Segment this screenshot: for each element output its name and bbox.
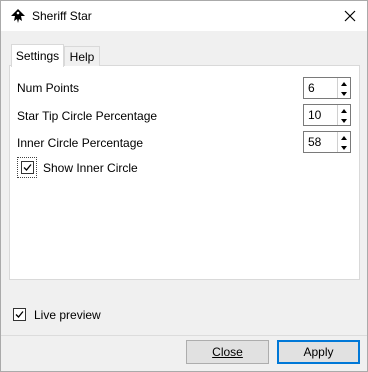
star-tip-circle-percentage-label: Star Tip Circle Percentage: [17, 109, 158, 123]
close-button-label: Close: [212, 345, 243, 359]
spin-arrows: [337, 105, 350, 125]
spin-arrows: [337, 132, 350, 152]
num-points-spinbox[interactable]: 6: [303, 77, 351, 99]
tab-settings[interactable]: Settings: [11, 44, 64, 67]
show-inner-circle-label[interactable]: Show Inner Circle: [43, 161, 138, 175]
inner-circle-percentage-label: Inner Circle Percentage: [17, 136, 144, 150]
close-button[interactable]: Close: [186, 340, 269, 364]
spin-arrows: [337, 78, 350, 98]
live-preview-label[interactable]: Live preview: [34, 308, 101, 322]
num-points-value[interactable]: 6: [308, 81, 315, 95]
inner-circle-percentage-spinbox[interactable]: 58: [303, 131, 351, 153]
show-inner-circle-checkbox[interactable]: [21, 161, 34, 174]
inner-circle-percentage-value[interactable]: 58: [308, 135, 321, 149]
arrow-up-icon[interactable]: [338, 132, 350, 142]
check-icon: [15, 311, 24, 318]
check-icon: [23, 164, 32, 171]
arrow-up-icon[interactable]: [338, 78, 350, 88]
inkscape-icon: [9, 8, 27, 24]
live-preview-checkbox[interactable]: [13, 308, 26, 321]
dialog-window: Sheriff Star Settings Help Num Points 6 …: [0, 0, 368, 372]
arrow-down-icon[interactable]: [338, 142, 350, 152]
star-tip-circle-percentage-value[interactable]: 10: [308, 108, 321, 122]
apply-button-label: Apply: [303, 345, 334, 359]
apply-button[interactable]: Apply: [277, 340, 360, 364]
tab-help[interactable]: Help: [64, 46, 100, 66]
arrow-down-icon[interactable]: [338, 115, 350, 125]
close-icon[interactable]: [341, 7, 359, 25]
title-bar: Sheriff Star: [1, 1, 367, 31]
arrow-down-icon[interactable]: [338, 88, 350, 98]
divider: [1, 335, 367, 336]
num-points-label: Num Points: [17, 81, 80, 95]
arrow-up-icon[interactable]: [338, 105, 350, 115]
window-title: Sheriff Star: [32, 9, 92, 23]
star-tip-circle-percentage-spinbox[interactable]: 10: [303, 104, 351, 126]
